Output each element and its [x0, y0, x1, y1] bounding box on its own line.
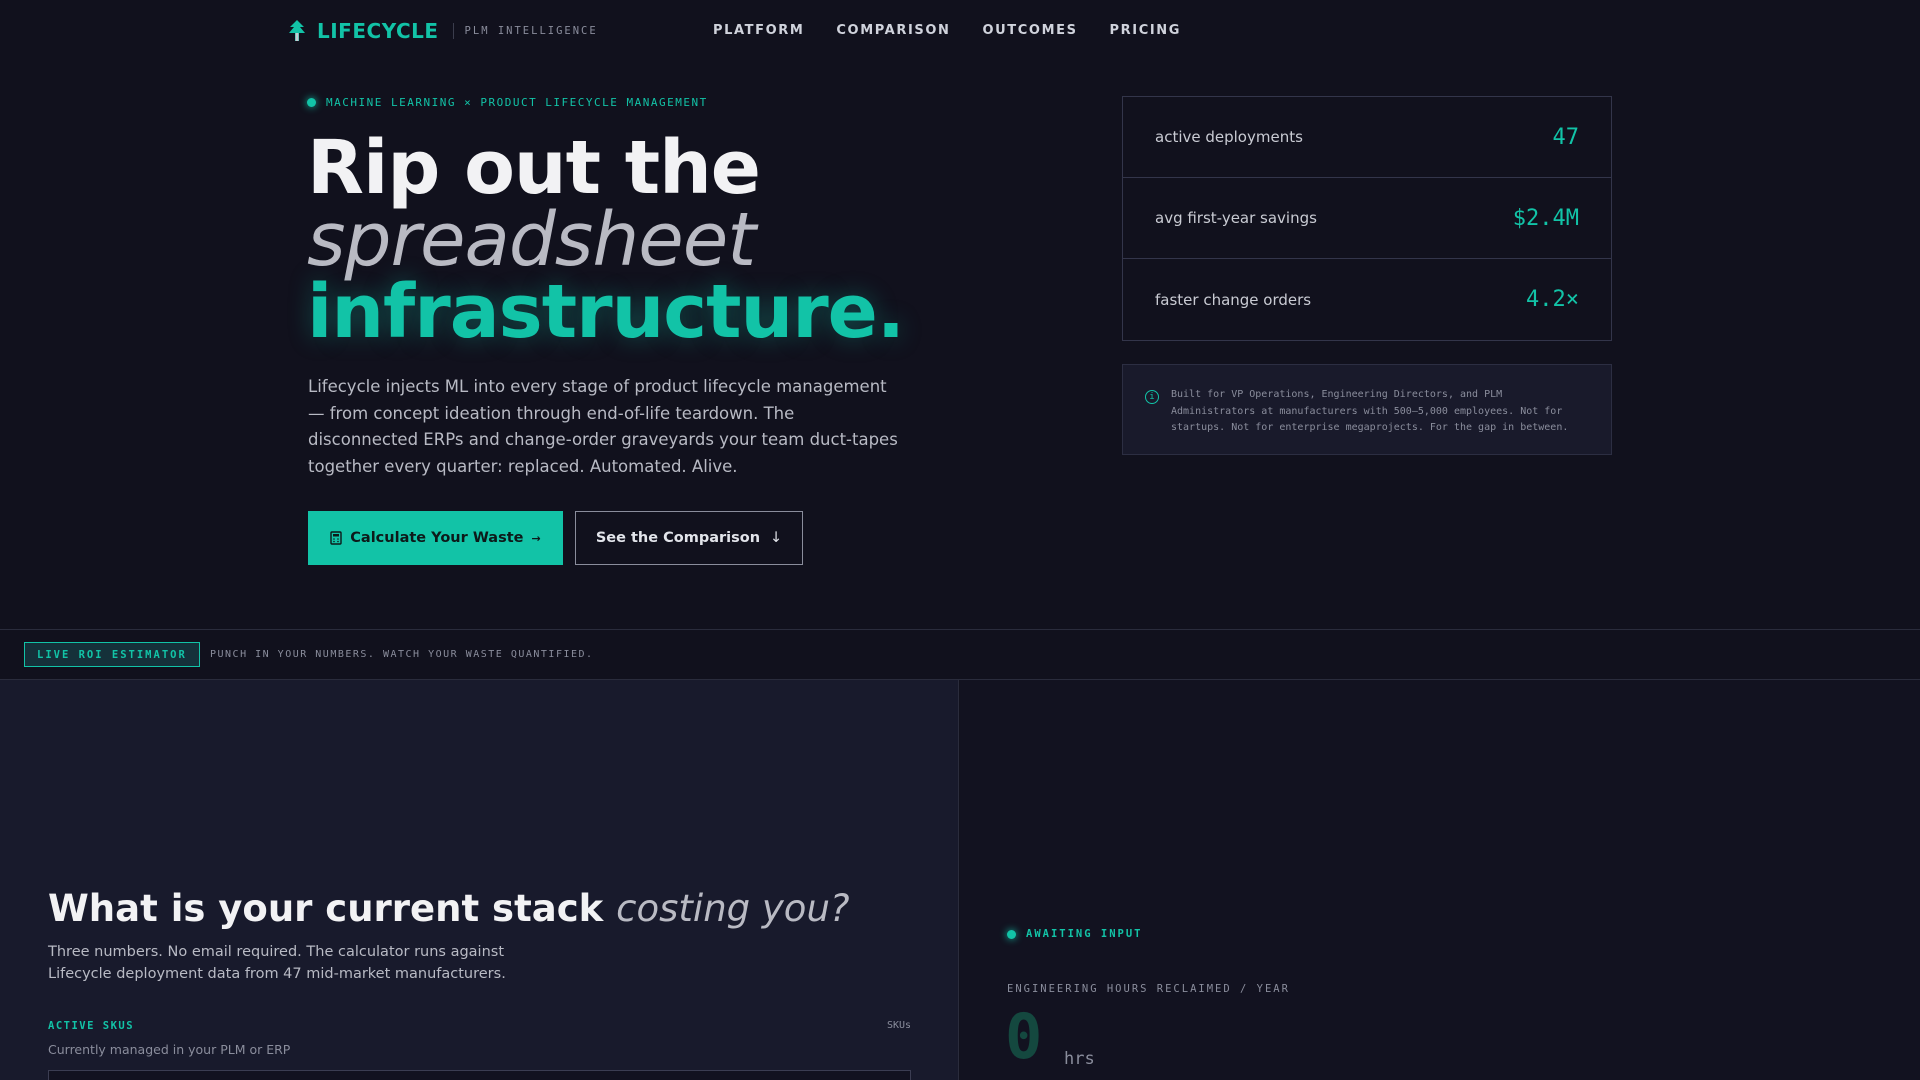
- brand-name: LIFECYCLE: [317, 19, 439, 43]
- stat-value: $2.4M: [1512, 205, 1579, 231]
- nav-link-comparison[interactable]: COMPARISON: [836, 23, 950, 38]
- status-dot: [307, 98, 316, 107]
- roi-band-text: PUNCH IN YOUR NUMBERS. WATCH YOUR WASTE …: [210, 649, 594, 660]
- result-value: 0: [1005, 1000, 1043, 1073]
- audience-note: i Built for VP Operations, Engineering D…: [1122, 364, 1612, 455]
- brand-divider: [452, 23, 454, 39]
- info-icon: i: [1145, 390, 1159, 404]
- nav-link-outcomes[interactable]: OUTCOMES: [983, 23, 1078, 38]
- status-text: AWAITING INPUT: [1026, 928, 1143, 940]
- calculator-panel: What is your current stack costing you? …: [0, 680, 959, 1080]
- arrow-down-icon: ↓: [770, 530, 783, 546]
- nav-links: PLATFORM COMPARISON OUTCOMES PRICING: [713, 23, 1181, 38]
- calculator-title-main: What is your current stack: [48, 887, 604, 930]
- active-skus-label: ACTIVE SKUS: [48, 1020, 135, 1032]
- nav-link-pricing[interactable]: PRICING: [1110, 23, 1182, 38]
- stat-label: faster change orders: [1155, 290, 1312, 309]
- result-status: AWAITING INPUT: [1007, 928, 1143, 940]
- stat-row: avg first-year savings $2.4M: [1123, 178, 1611, 259]
- headline-line-3: infrastructure.: [307, 269, 905, 355]
- see-comparison-button[interactable]: See the Comparison ↓: [575, 511, 803, 565]
- see-comparison-label: See the Comparison: [595, 530, 761, 546]
- stat-value: 4.2×: [1526, 287, 1579, 312]
- stats-card: active deployments 47 avg first-year sav…: [1122, 96, 1612, 341]
- active-skus-input[interactable]: [48, 1070, 911, 1080]
- calculate-waste-button[interactable]: Calculate Your Waste →: [308, 511, 563, 565]
- calculate-waste-label: Calculate Your Waste: [350, 530, 524, 546]
- stat-label: active deployments: [1155, 128, 1303, 146]
- stat-label: avg first-year savings: [1155, 209, 1317, 227]
- calculator-icon: [330, 531, 342, 545]
- active-skus-help: Currently managed in your PLM or ERP: [48, 1042, 291, 1057]
- arrow-right-icon: →: [531, 531, 541, 545]
- result-label: ENGINEERING HOURS RECLAIMED / YEAR: [1007, 983, 1290, 995]
- result-panel: AWAITING INPUT ENGINEERING HOURS RECLAIM…: [960, 680, 1920, 1080]
- headline-line-2: spreadsheet: [307, 197, 756, 283]
- result-unit: hrs: [1064, 1049, 1095, 1069]
- active-skus-unit: SKUs: [887, 1020, 912, 1031]
- stat-row: faster change orders 4.2×: [1123, 259, 1611, 340]
- calculator-description: Three numbers. No email required. The ca…: [48, 944, 506, 982]
- calculator-title: What is your current stack costing you?: [48, 887, 850, 930]
- stat-value: 47: [1552, 124, 1580, 150]
- roi-badge: LIVE ROI ESTIMATOR: [24, 642, 200, 667]
- hero-description: Lifecycle injects ML into every stage of…: [308, 377, 898, 476]
- top-nav: LIFECYCLE PLM INTELLIGENCE PLATFORM COMP…: [0, 0, 1920, 64]
- tree-icon: [289, 20, 305, 41]
- calculator-title-emphasis: costing you?: [616, 887, 850, 930]
- roi-band: LIVE ROI ESTIMATOR PUNCH IN YOUR NUMBERS…: [0, 629, 1920, 680]
- eyebrow-text: MACHINE LEARNING × PRODUCT LIFECYCLE MAN…: [326, 96, 708, 109]
- hero-headline: Rip out the spreadsheet infrastructure.: [307, 125, 905, 355]
- hero-eyebrow: MACHINE LEARNING × PRODUCT LIFECYCLE MAN…: [307, 96, 708, 109]
- status-dot: [1007, 929, 1016, 939]
- audience-note-text: Built for VP Operations, Engineering Dir…: [1171, 389, 1569, 433]
- headline-line-1: Rip out the: [307, 125, 761, 211]
- stat-row: active deployments 47: [1123, 97, 1611, 178]
- brand-logo[interactable]: LIFECYCLE PLM INTELLIGENCE: [287, 19, 598, 43]
- brand-tagline: PLM INTELLIGENCE: [464, 25, 598, 37]
- nav-link-platform[interactable]: PLATFORM: [713, 23, 804, 38]
